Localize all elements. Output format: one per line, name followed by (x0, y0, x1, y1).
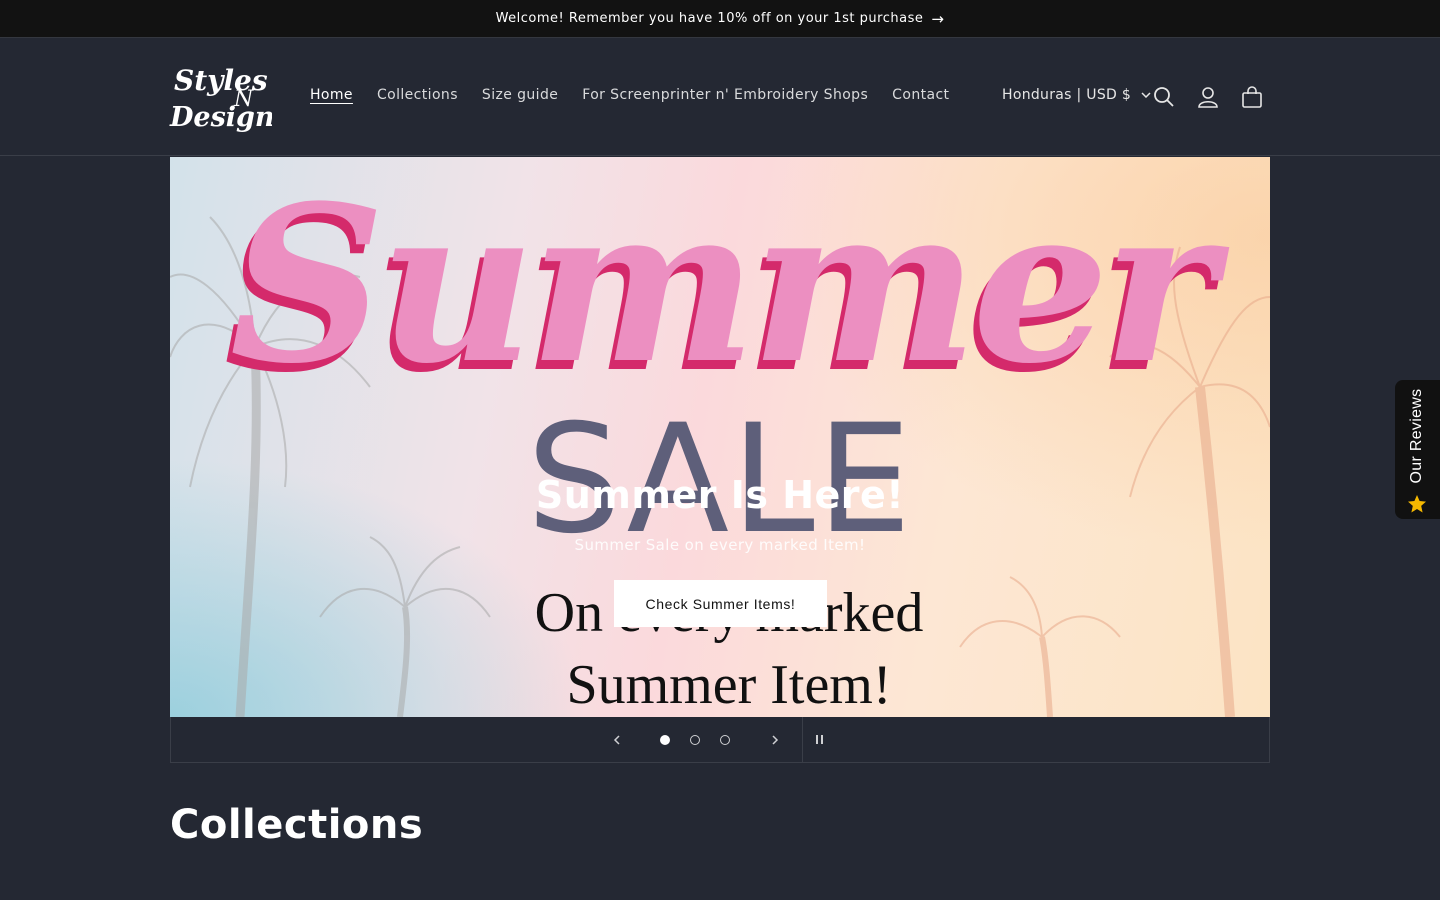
slideshow-controls (170, 717, 1270, 763)
announcement-bar[interactable]: Welcome! Remember you have 10% off on yo… (0, 0, 1440, 38)
logo[interactable]: Styles N Designz (168, 60, 272, 136)
slider-divider (802, 717, 803, 762)
svg-text:Styles: Styles (174, 64, 268, 97)
announcement-text: Welcome! Remember you have 10% off on yo… (495, 11, 924, 26)
nav-link-screenprinter[interactable]: For Screenprinter n' Embroidery Shops (570, 85, 880, 105)
banner-text-line2: Summer Item! (566, 654, 892, 716)
search-icon (1154, 87, 1174, 107)
site-header: Styles N Designz Home Collections Size g… (0, 38, 1440, 156)
hero-subheading: Summer Sale on every marked Item! (574, 536, 866, 554)
slide-dot-2[interactable] (690, 735, 700, 745)
reviews-tab-label: Our Reviews (1408, 388, 1425, 484)
slide-dot-1[interactable] (660, 735, 670, 745)
account-icon (1198, 87, 1218, 108)
pause-icon (815, 734, 818, 744)
slide-dot-3[interactable] (720, 735, 730, 745)
cart-icon (1242, 86, 1262, 108)
svg-text:Designz: Designz (169, 102, 272, 133)
nav-link-contact[interactable]: Contact (880, 85, 961, 105)
chevron-down-icon (1141, 92, 1151, 98)
country-selector[interactable]: Honduras | USD $ (1002, 87, 1151, 103)
star-icon (1408, 495, 1426, 513)
arrow-right-icon: → (931, 9, 945, 28)
collections-heading: Collections (170, 802, 424, 848)
slideshow-pause-button[interactable] (811, 731, 827, 747)
reviews-tab[interactable]: Our Reviews (1395, 380, 1440, 519)
hero-heading: Summer Is Here! (535, 473, 905, 517)
banner-summer-word: Summer (229, 158, 1217, 411)
main-nav: Home Collections Size guide For Screenpr… (298, 85, 961, 105)
search-button[interactable] (1151, 84, 1177, 110)
country-selector-label: Honduras | USD $ (1002, 87, 1132, 103)
hero-banner: Summer SALE On every marked Summer Item!… (170, 157, 1270, 717)
cart-button[interactable] (1239, 84, 1265, 110)
nav-link-home[interactable]: Home (298, 85, 365, 105)
slide-next-button[interactable] (765, 730, 785, 750)
nav-link-collections[interactable]: Collections (365, 85, 470, 105)
chevron-right-icon (772, 735, 779, 745)
check-summer-items-button[interactable]: Check Summer Items! (614, 580, 827, 627)
nav-link-size-guide[interactable]: Size guide (470, 85, 570, 105)
chevron-left-icon (613, 735, 620, 745)
slide-prev-button[interactable] (607, 730, 627, 750)
account-button[interactable] (1195, 84, 1221, 110)
